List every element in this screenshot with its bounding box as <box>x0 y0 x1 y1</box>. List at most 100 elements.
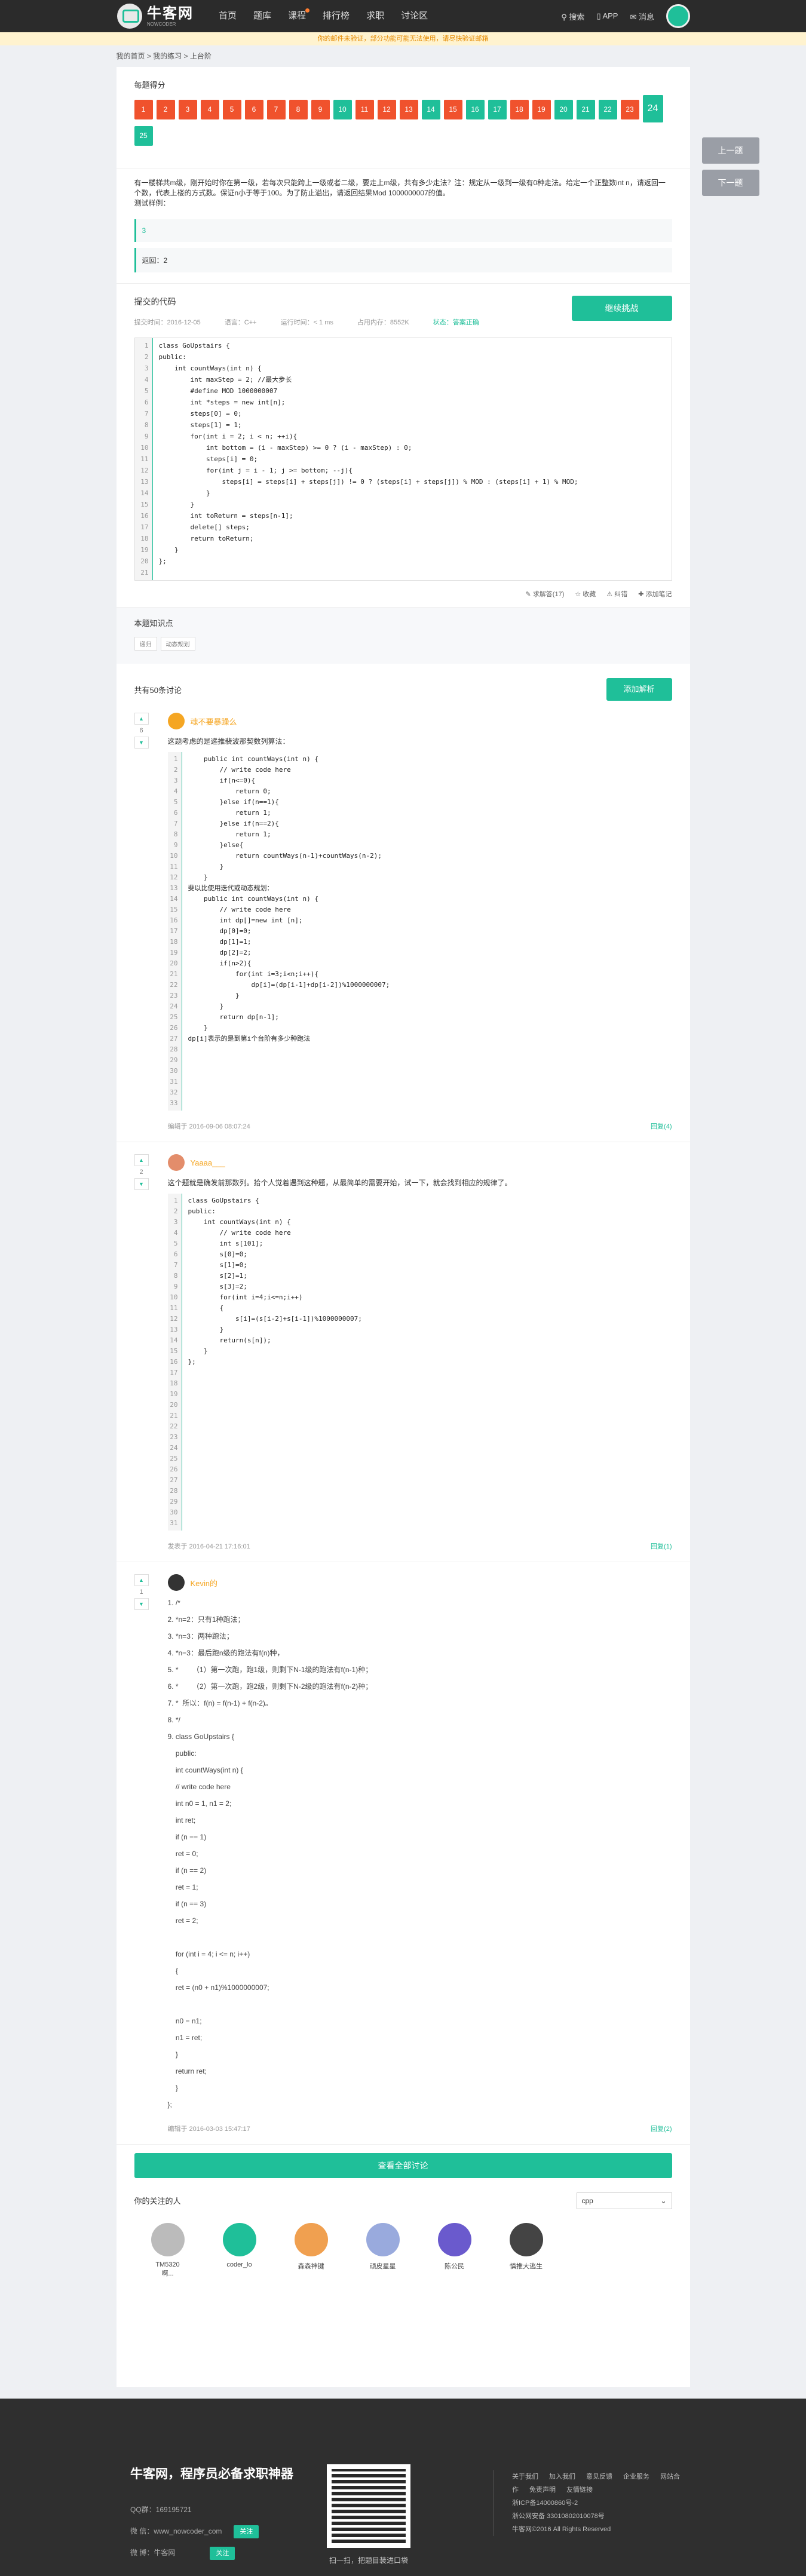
avatar[interactable] <box>167 713 185 729</box>
code-line: s[i]=(s[i-2]+s[i-1])%1000000007; <box>188 1315 362 1323</box>
question-number-14[interactable]: 14 <box>421 100 440 119</box>
line-number: 30 <box>170 1067 178 1075</box>
report-button[interactable]: ⚠ 纠错 <box>606 589 627 599</box>
question-number-18[interactable]: 18 <box>510 100 529 119</box>
question-number-15[interactable]: 15 <box>443 100 462 119</box>
add-analysis-button[interactable]: 添加解析 <box>606 678 672 701</box>
avatar[interactable] <box>167 1574 185 1591</box>
question-number-13[interactable]: 13 <box>399 100 418 119</box>
nav-jobs[interactable]: 求职 <box>358 0 393 32</box>
avatar[interactable] <box>294 2223 328 2256</box>
message-link[interactable]: ✉ 消息 <box>630 11 654 22</box>
followed-user[interactable]: 森森神键 <box>293 2223 329 2278</box>
question-number-16[interactable]: 16 <box>465 100 485 119</box>
post-text-line: 3. *n=3：两种跑法； <box>167 1632 234 1640</box>
reply-button[interactable]: 回复(4) <box>651 1121 672 1131</box>
search-label: 搜索 <box>569 12 585 22</box>
footer-link[interactable]: 意见反馈 <box>586 2473 612 2480</box>
author-name[interactable]: Kevin的 <box>191 1577 218 1588</box>
question-number-22[interactable]: 22 <box>598 100 617 119</box>
avatar[interactable] <box>167 1154 185 1171</box>
reply-button[interactable]: 回复(1) <box>651 1541 672 1551</box>
follow-weibo-button[interactable]: 关注 <box>210 2547 235 2560</box>
question-number-4[interactable]: 4 <box>200 100 219 119</box>
nav-discuss[interactable]: 讨论区 <box>393 0 436 32</box>
downvote-button[interactable]: ▼ <box>134 1598 149 1610</box>
author-name[interactable]: Yaaaa___ <box>191 1158 225 1167</box>
question-number-8[interactable]: 8 <box>289 100 308 119</box>
line-number: 8 <box>144 421 149 429</box>
question-number-25[interactable]: 25 <box>134 126 153 146</box>
footer-link[interactable]: 关于我们 <box>512 2473 538 2480</box>
question-number-6[interactable]: 6 <box>244 100 263 119</box>
view-all-discussion-button[interactable]: 查看全部讨论 <box>134 2153 672 2178</box>
line-number: 7 <box>173 820 178 827</box>
nav-courses[interactable]: 课程 <box>280 0 314 32</box>
downvote-button[interactable]: ▼ <box>134 737 149 749</box>
user-avatar[interactable] <box>666 4 690 28</box>
nav-problems[interactable]: 题库 <box>245 0 280 32</box>
question-number-17[interactable]: 17 <box>488 100 507 119</box>
footer-link[interactable]: 友情链接 <box>566 2486 593 2494</box>
question-number-9[interactable]: 9 <box>311 100 330 119</box>
avatar[interactable] <box>222 2223 256 2256</box>
upvote-button[interactable]: ▲ <box>134 713 149 725</box>
question-number-1[interactable]: 1 <box>134 100 153 119</box>
language-select[interactable]: cpp ⌄ <box>576 2192 672 2209</box>
upvote-button[interactable]: ▲ <box>134 1574 149 1586</box>
question-number-20[interactable]: 20 <box>554 100 573 119</box>
ask-button[interactable]: ✎ 求解答(17) <box>526 589 565 599</box>
question-number-19[interactable]: 19 <box>532 100 551 119</box>
upvote-button[interactable]: ▲ <box>134 1154 149 1166</box>
followed-user[interactable]: 慎推大逃生 <box>508 2223 544 2278</box>
note-button[interactable]: ✚ 添加笔记 <box>638 589 672 599</box>
breadcrumb[interactable]: 我的首页 > 我的练习 > 上台阶 <box>117 45 690 67</box>
prev-question-button[interactable]: 上一题 <box>701 137 759 164</box>
followed-user[interactable]: 陈公民 <box>437 2223 473 2278</box>
downvote-button[interactable]: ▼ <box>134 1178 149 1190</box>
code-line: } <box>158 501 195 508</box>
code-line: public: <box>188 1207 216 1215</box>
follow-wechat-button[interactable]: 关注 <box>234 2525 259 2538</box>
post-text-line: n1 = ret; <box>167 2034 203 2042</box>
app-link[interactable]: ▯ APP <box>596 11 618 21</box>
line-number: 14 <box>140 489 149 497</box>
code-line: } <box>158 546 179 554</box>
site-logo[interactable]: 牛客网 NOWCODER <box>117 4 194 29</box>
favorite-button[interactable]: ☆ 收藏 <box>575 589 596 599</box>
continue-button[interactable]: 继续挑战 <box>571 296 672 321</box>
author-name[interactable]: 魂不要暴躁么 <box>191 716 237 727</box>
tag-dp[interactable]: 动态规划 <box>160 637 195 651</box>
question-number-5[interactable]: 5 <box>222 100 241 119</box>
question-number-10[interactable]: 10 <box>333 100 352 119</box>
question-number-21[interactable]: 21 <box>576 100 595 119</box>
followed-user[interactable]: 顽皮星星 <box>365 2223 401 2278</box>
code-line: }; <box>158 557 167 565</box>
tag-recursion[interactable]: 递归 <box>134 637 157 651</box>
followed-user[interactable]: coder_lo <box>222 2223 258 2278</box>
question-number-12[interactable]: 12 <box>377 100 396 119</box>
knowledge-title: 本题知识点 <box>134 619 173 628</box>
code-line: dp[1]=1; <box>188 938 252 946</box>
question-number-2[interactable]: 2 <box>156 100 175 119</box>
reply-button[interactable]: 回复(2) <box>651 2124 672 2133</box>
avatar[interactable] <box>509 2223 543 2256</box>
footer-link[interactable]: 加入我们 <box>549 2473 575 2480</box>
avatar[interactable] <box>366 2223 400 2256</box>
followed-user[interactable]: TM5320啊... <box>150 2223 186 2278</box>
line-number: 9 <box>173 1283 178 1290</box>
footer-link[interactable]: 免责声明 <box>529 2486 556 2494</box>
email-notice[interactable]: 你的邮件未验证，部分功能可能无法使用，请尽快验证邮箱 <box>0 32 806 45</box>
nav-rank[interactable]: 排行榜 <box>314 0 358 32</box>
avatar[interactable] <box>437 2223 471 2256</box>
question-number-24[interactable]: 24 <box>642 95 663 122</box>
next-question-button[interactable]: 下一题 <box>701 170 759 196</box>
question-number-11[interactable]: 11 <box>355 100 374 119</box>
avatar[interactable] <box>151 2223 185 2256</box>
question-number-3[interactable]: 3 <box>178 100 197 119</box>
nav-home[interactable]: 首页 <box>210 0 245 32</box>
footer-link[interactable]: 企业服务 <box>623 2473 649 2480</box>
question-number-7[interactable]: 7 <box>266 100 286 119</box>
question-number-23[interactable]: 23 <box>620 100 639 119</box>
search-link[interactable]: ⚲ 搜索 <box>561 11 584 22</box>
